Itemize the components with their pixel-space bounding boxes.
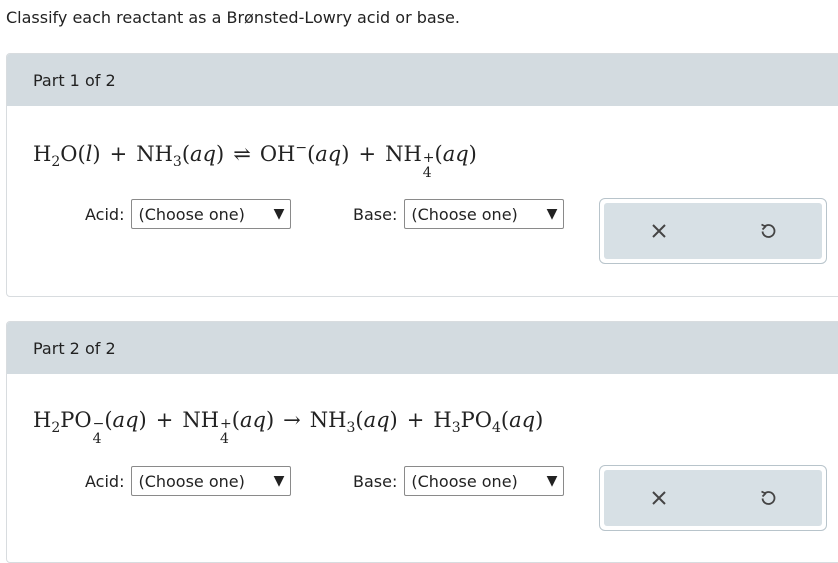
part-2-base-select[interactable]: (Choose one) ▼ [404, 466, 565, 496]
part-2-acid-row: Acid: (Choose one) ▼ [85, 466, 292, 496]
chevron-down-icon: ▼ [546, 473, 558, 489]
part-1-header: Part 1 of 2 [7, 54, 838, 106]
part-1-action-bar [604, 203, 822, 259]
close-icon [651, 491, 666, 505]
part-1-base-value: (Choose one) [411, 204, 518, 224]
chevron-down-icon: ▼ [273, 206, 285, 222]
part-2-equation: H2PO −4 (aq) + NH +4 (aq) → NH3(aq) + H3PO4(aq) [33, 408, 544, 447]
part-2-panel: Part 2 of 2 H2PO −4 (aq) + NH +4 (aq) → NH3(aq) +… [6, 321, 838, 563]
part-1-base-select[interactable]: (Choose one) ▼ [404, 199, 565, 229]
undo-icon [760, 490, 775, 505]
part-1-title: Part 1 of 2 [33, 70, 116, 90]
part-2-acid-label: Acid: [85, 471, 125, 491]
part-1-base-label: Base: [353, 204, 398, 224]
chevron-down-icon: ▼ [546, 206, 558, 222]
part-1-acid-row: Acid: (Choose one) ▼ [85, 199, 292, 229]
part-2-action-box [599, 465, 827, 531]
chevron-down-icon: ▼ [273, 473, 285, 489]
undo-icon [760, 223, 775, 238]
part-2-base-row: Base: (Choose one) ▼ [353, 466, 565, 496]
part-2-header: Part 2 of 2 [7, 322, 838, 374]
part-2-acid-value: (Choose one) [138, 471, 245, 491]
part-1-acid-label: Acid: [85, 204, 125, 224]
part-1-base-row: Base: (Choose one) ▼ [353, 199, 565, 229]
part-1-acid-value: (Choose one) [138, 204, 245, 224]
part-2-base-value: (Choose one) [411, 471, 518, 491]
part-2-acid-select[interactable]: (Choose one) ▼ [131, 466, 292, 496]
part-1-undo-button[interactable] [748, 211, 788, 251]
part-2-clear-button[interactable] [639, 478, 679, 518]
instruction-text: Classify each reactant as a Brønsted-Low… [6, 8, 460, 27]
close-icon [651, 224, 666, 238]
part-2-action-bar [604, 470, 822, 526]
part-2-undo-button[interactable] [748, 478, 788, 518]
part-2-base-label: Base: [353, 471, 398, 491]
part-1-panel: Part 1 of 2 H2O(l) + NH3(aq) ⇌ OH−(aq) + NH +4(… [6, 53, 838, 297]
part-1-acid-select[interactable]: (Choose one) ▼ [131, 199, 292, 229]
part-2-title: Part 2 of 2 [33, 338, 116, 358]
part-1-clear-button[interactable] [639, 211, 679, 251]
part-1-equation: H2O(l) + NH3(aq) ⇌ OH−(aq) + NH +4 (aq) [33, 140, 477, 181]
part-1-action-box [599, 198, 827, 264]
